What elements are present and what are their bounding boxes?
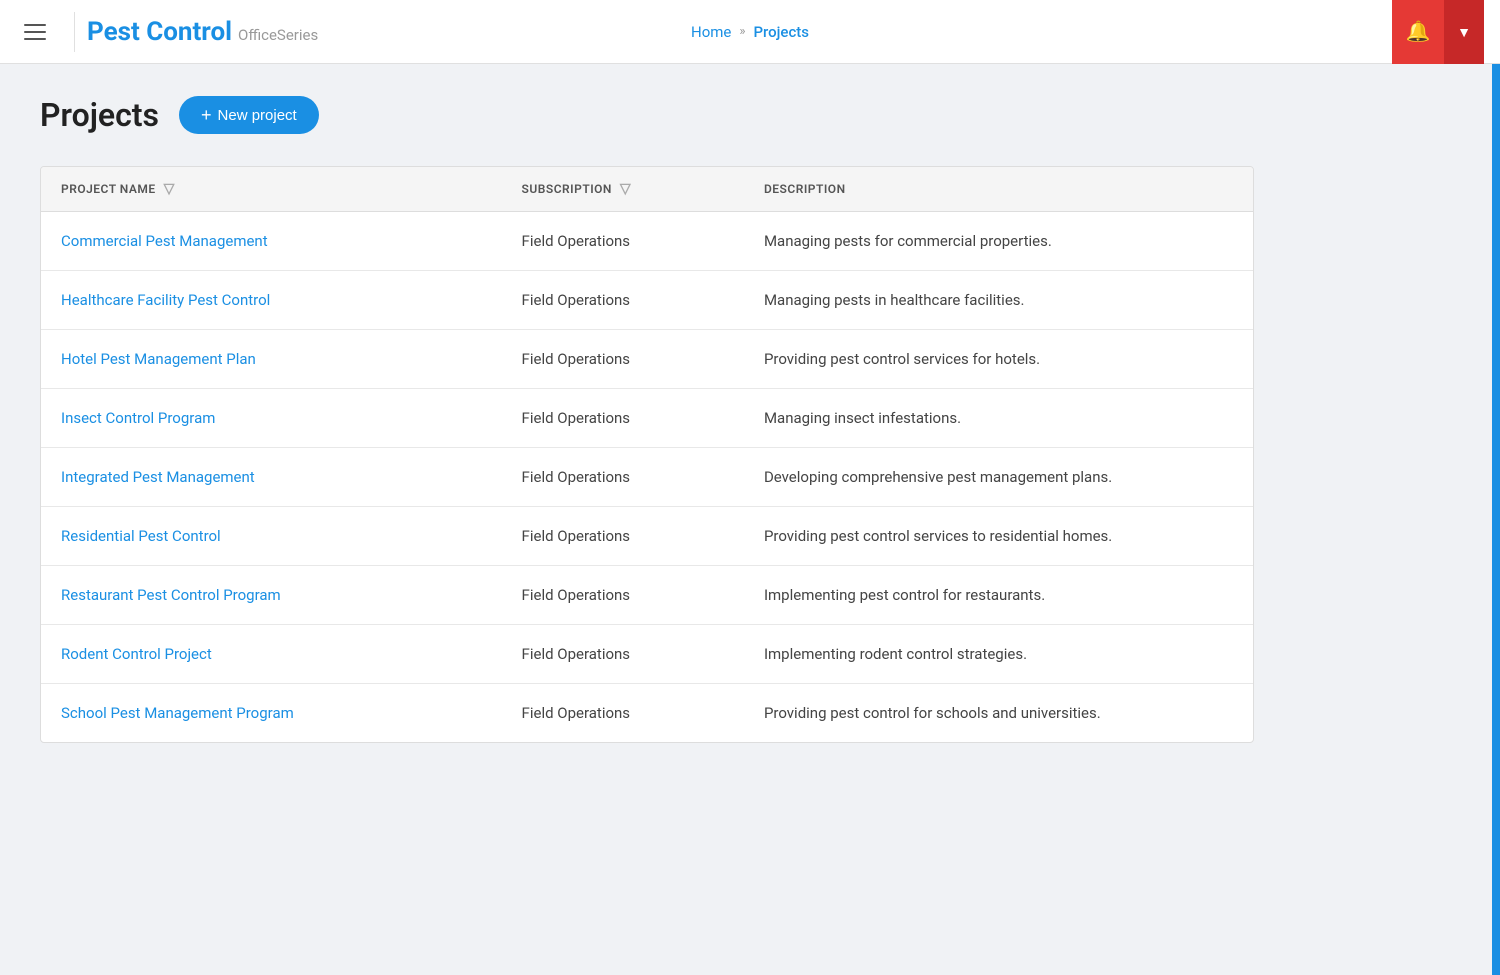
dropdown-button[interactable]: ▼ — [1444, 0, 1484, 64]
chevron-down-icon: ▼ — [1457, 24, 1471, 40]
breadcrumb-separator: » — [739, 24, 745, 39]
main-content: Projects + New project PROJECT NAME ▽ — [0, 64, 1310, 775]
description-cell: Providing pest control for schools and u… — [744, 684, 1253, 743]
projects-table: PROJECT NAME ▽ SUBSCRIPTION ▽ DESCRIPTIO… — [41, 167, 1253, 742]
new-project-button[interactable]: + New project — [179, 96, 319, 134]
filter-project-name-icon[interactable]: ▽ — [164, 181, 175, 197]
description-cell: Providing pest control services to resid… — [744, 507, 1253, 566]
breadcrumb-nav: Home » Projects — [691, 23, 809, 41]
table-row: Residential Pest Control Field Operations… — [41, 507, 1253, 566]
project-link[interactable]: Insect Control Program — [61, 409, 215, 427]
table-row: Commercial Pest Management Field Operatio… — [41, 212, 1253, 271]
table-row: Rodent Control Project Field OperationsIm… — [41, 625, 1253, 684]
project-name-cell: School Pest Management Program — [41, 684, 502, 743]
filter-subscription-icon[interactable]: ▽ — [620, 181, 631, 197]
project-name-cell: Insect Control Program — [41, 389, 502, 448]
project-name-cell: Residential Pest Control — [41, 507, 502, 566]
project-link[interactable]: Residential Pest Control — [61, 527, 221, 545]
description-cell: Managing pests for commercial properties… — [744, 212, 1253, 271]
subscription-cell: Field Operations — [502, 625, 744, 684]
brand-sub: OfficeSeries — [238, 26, 318, 44]
project-link[interactable]: Commercial Pest Management — [61, 232, 268, 250]
description-cell: Implementing pest control for restaurant… — [744, 566, 1253, 625]
bell-button[interactable]: 🔔 — [1392, 0, 1444, 64]
subscription-cell: Field Operations — [502, 566, 744, 625]
project-link[interactable]: School Pest Management Program — [61, 704, 294, 722]
project-link[interactable]: Rodent Control Project — [61, 645, 212, 663]
subscription-cell: Field Operations — [502, 330, 744, 389]
table-header: PROJECT NAME ▽ SUBSCRIPTION ▽ DESCRIPTIO… — [41, 167, 1253, 212]
subscription-cell: Field Operations — [502, 271, 744, 330]
subscription-cell: Field Operations — [502, 389, 744, 448]
project-name-cell: Rodent Control Project — [41, 625, 502, 684]
table-row: Insect Control Program Field OperationsMa… — [41, 389, 1253, 448]
table-row: Restaurant Pest Control Program Field Ope… — [41, 566, 1253, 625]
description-cell: Managing pests in healthcare facilities. — [744, 271, 1253, 330]
scrollbar-accent — [1492, 64, 1500, 975]
subscription-cell: Field Operations — [502, 212, 744, 271]
brand: Pest Control OfficeSeries — [87, 19, 318, 45]
description-cell: Implementing rodent control strategies. — [744, 625, 1253, 684]
bell-icon: 🔔 — [1406, 19, 1431, 44]
breadcrumb-home[interactable]: Home — [691, 23, 731, 41]
project-name-cell: Integrated Pest Management — [41, 448, 502, 507]
project-name-cell: Hotel Pest Management Plan — [41, 330, 502, 389]
project-name-cell: Commercial Pest Management — [41, 212, 502, 271]
description-cell: Developing comprehensive pest management… — [744, 448, 1253, 507]
subscription-cell: Field Operations — [502, 448, 744, 507]
brand-name: Pest Control — [87, 19, 232, 45]
projects-table-container: PROJECT NAME ▽ SUBSCRIPTION ▽ DESCRIPTIO… — [40, 166, 1254, 743]
hamburger-menu[interactable] — [16, 16, 54, 48]
table-body: Commercial Pest Management Field Operatio… — [41, 212, 1253, 743]
description-cell: Providing pest control services for hote… — [744, 330, 1253, 389]
project-link[interactable]: Restaurant Pest Control Program — [61, 586, 281, 604]
project-link[interactable]: Healthcare Facility Pest Control — [61, 291, 270, 309]
project-link[interactable]: Hotel Pest Management Plan — [61, 350, 256, 368]
header: Pest Control OfficeSeries Home » Project… — [0, 0, 1500, 64]
header-actions: 🔔 ▼ — [1392, 0, 1484, 64]
project-name-cell: Healthcare Facility Pest Control — [41, 271, 502, 330]
page-title: Projects — [40, 96, 159, 134]
subscription-cell: Field Operations — [502, 684, 744, 743]
table-row: School Pest Management Program Field Oper… — [41, 684, 1253, 743]
table-row: Healthcare Facility Pest Control Field Op… — [41, 271, 1253, 330]
breadcrumb-current: Projects — [753, 23, 809, 41]
plus-icon: + — [201, 106, 212, 124]
col-header-project-name[interactable]: PROJECT NAME ▽ — [41, 167, 502, 212]
page-header: Projects + New project — [40, 96, 1270, 134]
project-name-cell: Restaurant Pest Control Program — [41, 566, 502, 625]
header-divider — [74, 12, 75, 52]
col-header-subscription[interactable]: SUBSCRIPTION ▽ — [502, 167, 744, 212]
table-row: Hotel Pest Management Plan Field Operatio… — [41, 330, 1253, 389]
table-row: Integrated Pest Management Field Operatio… — [41, 448, 1253, 507]
subscription-cell: Field Operations — [502, 507, 744, 566]
description-cell: Managing insect infestations. — [744, 389, 1253, 448]
new-project-label: New project — [218, 107, 297, 124]
project-link[interactable]: Integrated Pest Management — [61, 468, 255, 486]
col-header-description: DESCRIPTION — [744, 167, 1253, 212]
